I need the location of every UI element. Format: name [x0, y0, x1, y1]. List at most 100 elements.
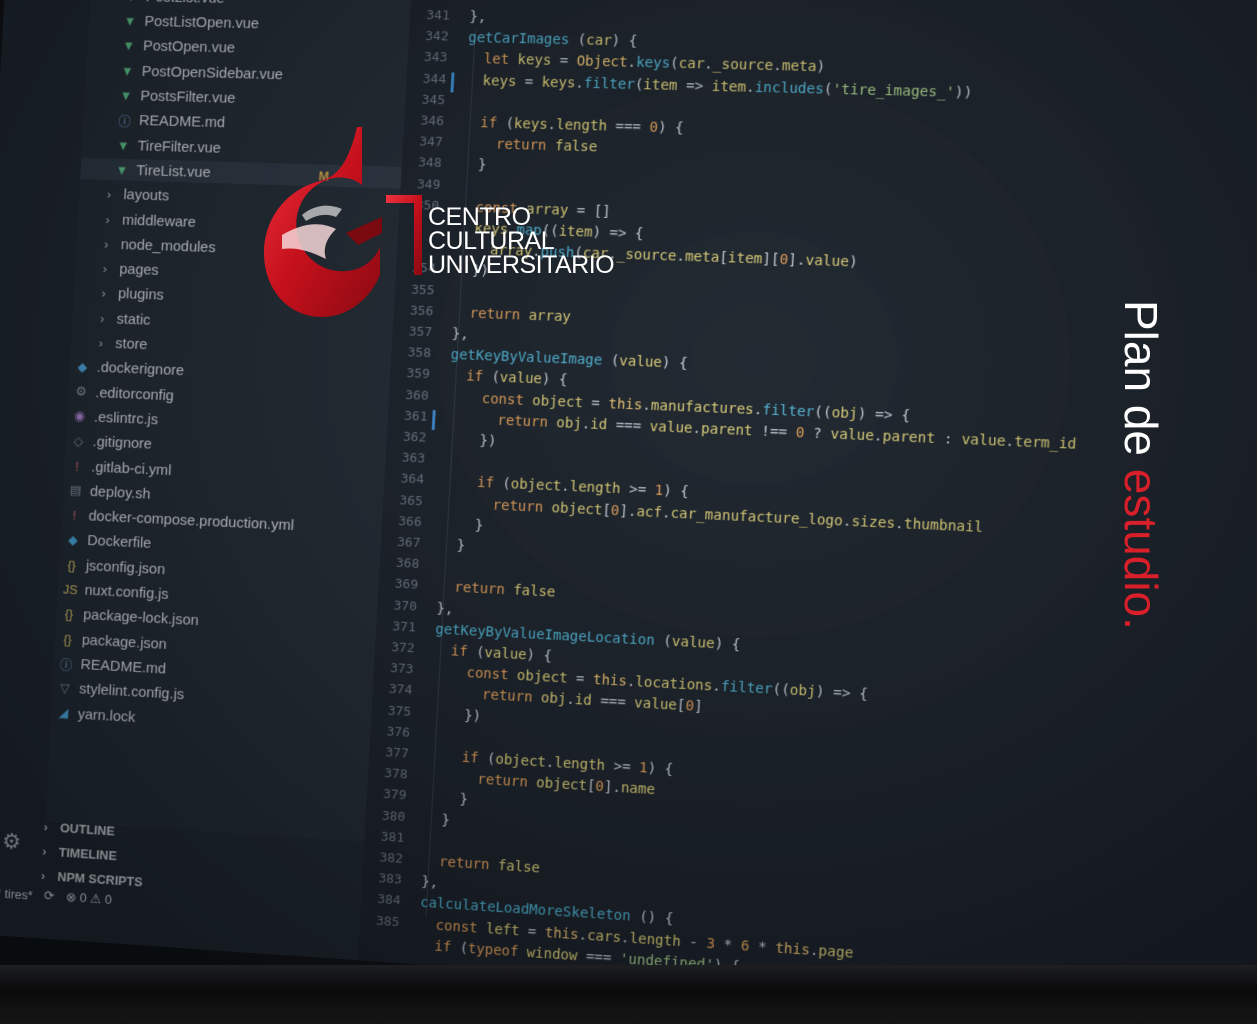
- explorer-file[interactable]: ◆ Dockerfile: [60, 529, 152, 555]
- code-line[interactable]: if (keys.length === 0) {: [463, 115, 684, 136]
- code-line[interactable]: let keys = Object.keys(car._source.meta): [467, 51, 825, 76]
- explorer-file[interactable]: ⓘ README.md: [53, 652, 167, 680]
- explorer-folder[interactable]: › static: [72, 306, 151, 330]
- explorer-file[interactable]: {} package.json: [55, 628, 168, 655]
- explorer-file[interactable]: ▼ PostListOpen.vue: [88, 9, 260, 34]
- explorer-item-label: .gitignore: [92, 433, 153, 453]
- code-line[interactable]: keys = keys.filter(item => item.includes…: [466, 72, 973, 101]
- explorer-item-label: PostList.vue: [145, 0, 225, 7]
- explorer-file[interactable]: JS nuxt.config.js: [57, 578, 169, 605]
- explorer-file[interactable]: ! .gitlab-ci.yml: [64, 455, 172, 481]
- logo-line-1: CENTRO: [428, 203, 531, 231]
- explorer-item-label: PostOpenSidebar.vue: [141, 62, 284, 83]
- explorer-file[interactable]: ▼ PostOpen.vue: [87, 34, 236, 59]
- code-line[interactable]: },: [469, 9, 487, 25]
- code-line[interactable]: return array: [453, 305, 571, 325]
- code-line[interactable]: }: [441, 516, 483, 533]
- explorer-file[interactable]: ▤ deploy.sh: [63, 479, 151, 505]
- code-line[interactable]: return object[0].acf.car_manufacture_log…: [442, 495, 983, 535]
- chevron-right-icon: ›: [106, 187, 112, 202]
- explorer-item-label: package.json: [81, 631, 168, 653]
- gear-icon[interactable]: ⚙: [2, 829, 24, 855]
- explorer-folder[interactable]: › middleware: [78, 207, 197, 232]
- code-line[interactable]: return false: [462, 136, 598, 156]
- line-number: 364: [400, 471, 425, 488]
- line-number: 374: [388, 682, 413, 699]
- code-line[interactable]: },: [421, 874, 439, 891]
- explorer-folder[interactable]: › layouts: [79, 183, 170, 207]
- line-number: 345: [421, 92, 446, 109]
- line-number: 377: [385, 745, 410, 762]
- code-line[interactable]: if (value) {: [434, 642, 553, 664]
- explorer-file[interactable]: ▼ PostsFilter.vue: [84, 84, 236, 109]
- line-number: 365: [399, 492, 424, 509]
- code-line[interactable]: getKeyByValueImage (value) {: [450, 347, 688, 372]
- line-number: 381: [380, 829, 405, 846]
- line-number: 385: [375, 913, 400, 930]
- timeline-label: TIMELINE: [58, 844, 118, 863]
- line-number: 342: [424, 29, 449, 45]
- code-line[interactable]: },: [436, 600, 454, 617]
- explorer-item-label: nuxt.config.js: [84, 581, 170, 603]
- sync-icon[interactable]: ⟳: [44, 888, 55, 904]
- explorer-item-label: middleware: [121, 211, 197, 231]
- branch-indicator[interactable]: ⑂ tires*: [0, 885, 33, 902]
- line-number: 341: [426, 8, 451, 24]
- line-number: 363: [401, 450, 426, 467]
- explorer-item-label: package-lock.json: [82, 606, 200, 630]
- chevron-right-icon: ›: [105, 211, 111, 227]
- line-number: 366: [397, 513, 422, 530]
- explorer-folder[interactable]: › plugins: [73, 282, 164, 307]
- explorer-file[interactable]: ▼ TireFilter.vue: [82, 133, 222, 158]
- explorer-folder[interactable]: › pages: [75, 257, 160, 281]
- timeline-panel-header[interactable]: › TIMELINE: [35, 839, 117, 866]
- code-line[interactable]: }: [440, 537, 465, 554]
- outline-label: OUTLINE: [59, 819, 116, 839]
- code-line[interactable]: return false: [437, 579, 556, 601]
- explorer-file[interactable]: ▼ PostOpenSidebar.vue: [86, 59, 284, 85]
- vue-file-icon: ▼: [116, 137, 130, 153]
- explorer-file[interactable]: ◇ .gitignore: [65, 430, 152, 455]
- code-line[interactable]: }: [426, 790, 468, 808]
- line-number: 373: [389, 661, 414, 678]
- explorer-item-label: store: [114, 335, 148, 354]
- line-number: 344: [422, 71, 447, 87]
- explorer-item-label: PostOpen.vue: [142, 37, 236, 57]
- line-number: 382: [379, 850, 404, 867]
- chevron-right-icon: ›: [99, 310, 105, 326]
- explorer-item-label: README.md: [80, 656, 167, 678]
- git-change-marker: [431, 409, 436, 430]
- logo-line-2: CULTURAL: [428, 227, 555, 255]
- explorer-item-label: TireList.vue: [135, 162, 212, 181]
- code-line[interactable]: return false: [422, 853, 541, 876]
- line-number: 372: [390, 640, 415, 657]
- explorer-file[interactable]: ⚙ .editorconfig: [68, 381, 174, 407]
- explorer-file[interactable]: ▼ PostList.vue: [90, 0, 226, 9]
- code-line[interactable]: },: [451, 326, 469, 343]
- explorer-file[interactable]: {} jsconfig.json: [59, 553, 166, 580]
- code-line[interactable]: }: [461, 157, 487, 173]
- vue-file-icon: ▼: [119, 88, 133, 104]
- code-line[interactable]: }: [424, 811, 450, 828]
- outline-panel-header[interactable]: › OUTLINE: [37, 815, 116, 841]
- explorer-item-label: PostsFilter.vue: [139, 87, 236, 107]
- explorer-item-label: deploy.sh: [89, 483, 151, 503]
- git-icon: ◇: [73, 433, 84, 449]
- explorer-file[interactable]: {} package-lock.json: [56, 603, 199, 632]
- code-line[interactable]: getCarImages (car) {: [468, 30, 638, 50]
- docker-icon: ◆: [77, 359, 88, 375]
- explorer-file[interactable]: ◉ .eslintrc.js: [67, 405, 159, 430]
- code-line[interactable]: }): [446, 432, 497, 450]
- explorer-folder[interactable]: › store: [71, 331, 148, 355]
- explorer-file[interactable]: ◢ yarn.lock: [51, 702, 136, 728]
- code-line[interactable]: }): [430, 706, 482, 725]
- explorer-file[interactable]: ⓘ README.md: [83, 109, 226, 134]
- explorer-item-label: layouts: [123, 186, 170, 205]
- explorer-file[interactable]: ◆ .dockerignore: [69, 356, 184, 382]
- code-line[interactable]: if (value) {: [449, 368, 568, 389]
- explorer-folder[interactable]: › node_modules: [76, 232, 216, 258]
- json-icon: {}: [67, 557, 77, 573]
- problems-indicator[interactable]: ⊗ 0 ⚠ 0: [65, 889, 113, 908]
- line-number: 375: [387, 703, 412, 720]
- explorer-file[interactable]: ▽ stylelint.config.js: [52, 677, 185, 706]
